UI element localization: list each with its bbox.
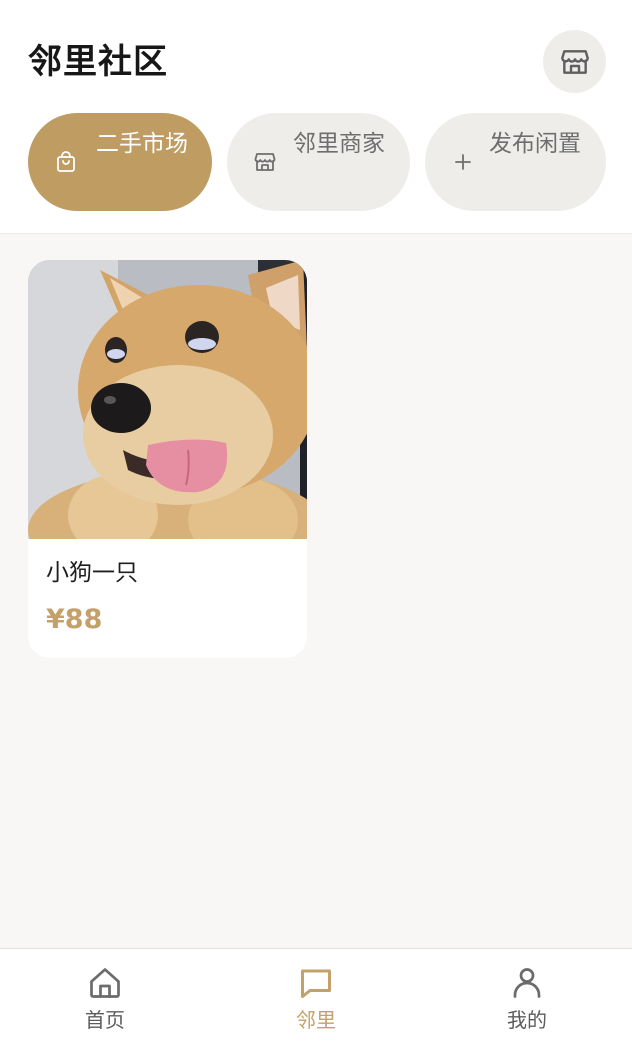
shopping-bag-icon (57, 151, 75, 172)
shop-button[interactable] (543, 30, 606, 93)
storefront-icon (560, 49, 589, 74)
listing-image (28, 260, 307, 539)
app-root: 邻里社区 二手市场 邻里商家 发布闲置 小狗一只 ¥88 首页 邻里 我的 (0, 0, 632, 1048)
plus-icon (455, 154, 471, 170)
tab-publish-idle[interactable]: 发布闲置 (425, 113, 606, 211)
storefront-icon (254, 153, 276, 171)
header: 邻里社区 二手市场 邻里商家 发布闲置 (0, 0, 632, 234)
listing-card[interactable]: 小狗一只 ¥88 (28, 260, 307, 658)
tab-label: 发布闲置 (489, 131, 581, 157)
listing-title: 小狗一只 (46, 560, 138, 586)
nav-item-neighbor[interactable]: 邻里 (256, 949, 376, 1048)
tab-second-hand-market[interactable]: 二手市场 (28, 113, 212, 211)
tab-label: 二手市场 (96, 131, 188, 157)
category-tabs: 二手市场 邻里商家 发布闲置 (28, 113, 606, 211)
bottom-nav: 首页 邻里 我的 (0, 948, 632, 1048)
chat-bubble-icon (301, 969, 331, 998)
nav-label: 邻里 (296, 1008, 336, 1032)
tab-label: 邻里商家 (293, 131, 385, 157)
nav-label: 首页 (85, 1008, 125, 1032)
nav-label: 我的 (507, 1008, 547, 1032)
nav-item-mine[interactable]: 我的 (467, 949, 587, 1048)
user-icon (513, 968, 541, 998)
page-title: 邻里社区 (28, 42, 168, 82)
listing-price: ¥88 (46, 604, 103, 635)
nav-item-home[interactable]: 首页 (45, 949, 165, 1048)
home-icon (90, 968, 120, 998)
tab-neighbor-merchants[interactable]: 邻里商家 (227, 113, 410, 211)
